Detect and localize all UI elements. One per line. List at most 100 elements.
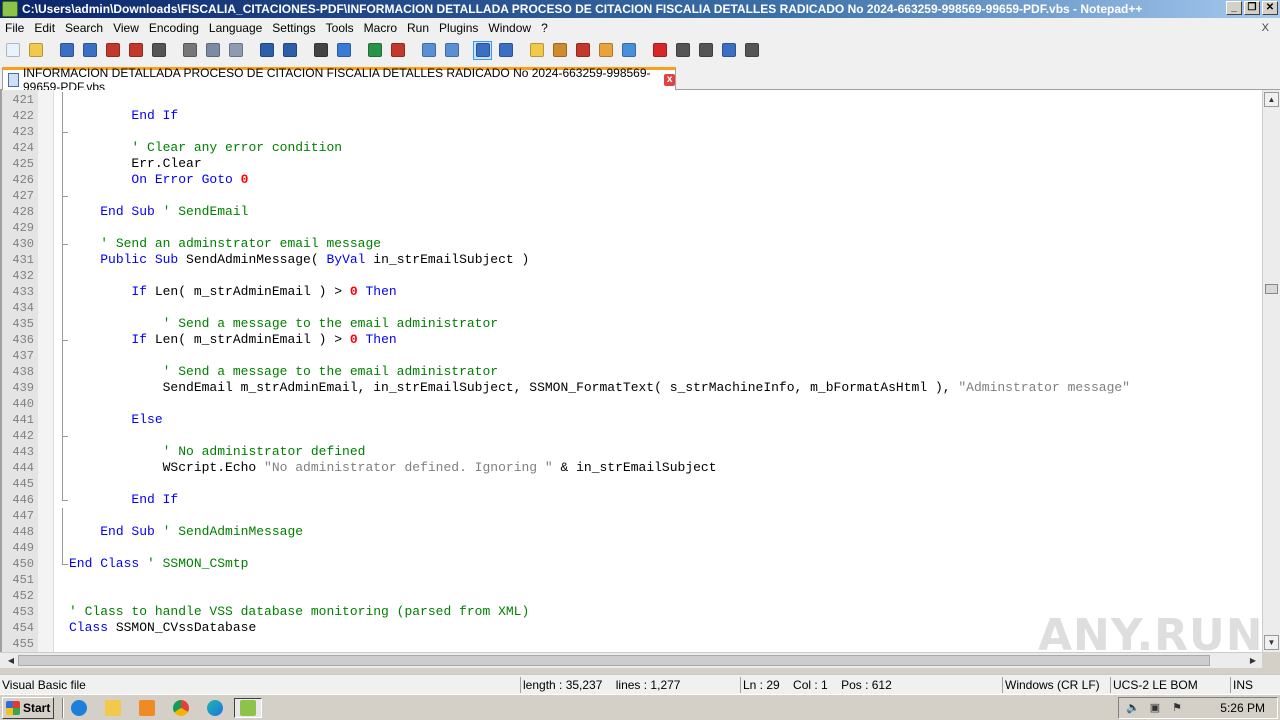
internet-explorer-icon[interactable] bbox=[68, 698, 90, 718]
code-line[interactable]: 452 bbox=[2, 588, 1262, 604]
tab-document[interactable]: INFORMACION DETALLADA PROCESO DE CITACIO… bbox=[2, 66, 676, 94]
close-all-icon[interactable] bbox=[126, 41, 145, 60]
fold-marker[interactable] bbox=[62, 220, 70, 236]
menu-item-search[interactable]: Search bbox=[60, 21, 108, 35]
code-line[interactable]: 430 ' Send an adminstrator email message bbox=[2, 236, 1262, 252]
fold-marker[interactable] bbox=[62, 300, 70, 316]
find-icon[interactable] bbox=[311, 41, 330, 60]
print-icon[interactable] bbox=[149, 41, 168, 60]
volume-icon[interactable]: 🔈 bbox=[1125, 701, 1141, 715]
restore-button[interactable]: ❐ bbox=[1244, 1, 1260, 15]
code-line[interactable]: 423 bbox=[2, 124, 1262, 140]
code-line[interactable]: 433 If Len( m_strAdminEmail ) > 0 Then bbox=[2, 284, 1262, 300]
vertical-scroll-thumb[interactable] bbox=[1265, 284, 1278, 294]
close-button[interactable]: ✕ bbox=[1262, 1, 1278, 15]
copy-icon[interactable] bbox=[203, 41, 222, 60]
menu-item-macro[interactable]: Macro bbox=[359, 21, 402, 35]
code-line[interactable]: 441 Else bbox=[2, 412, 1262, 428]
code-line[interactable]: 450 End Class ' SSMON_CSmtp bbox=[2, 556, 1262, 572]
code-line[interactable]: 448 End Sub ' SendAdminMessage bbox=[2, 524, 1262, 540]
fold-marker[interactable] bbox=[62, 556, 68, 565]
save-macro-icon[interactable] bbox=[742, 41, 761, 60]
folder-as-workspace-icon[interactable] bbox=[596, 41, 615, 60]
sync-horizontal-icon[interactable] bbox=[442, 41, 461, 60]
code-line[interactable]: 434 bbox=[2, 300, 1262, 316]
code-line[interactable]: 425 Err.Clear bbox=[2, 156, 1262, 172]
play-macro-icon[interactable] bbox=[696, 41, 715, 60]
word-wrap-icon[interactable] bbox=[473, 40, 492, 60]
fold-marker[interactable] bbox=[62, 268, 70, 284]
minimize-button[interactable]: _ bbox=[1226, 1, 1242, 15]
menu-item-encoding[interactable]: Encoding bbox=[144, 21, 204, 35]
title-bar[interactable]: C:\Users\admin\Downloads\FISCALIA_CITACI… bbox=[0, 0, 1280, 18]
menu-item-window[interactable]: Window bbox=[483, 21, 536, 35]
fold-marker[interactable] bbox=[62, 428, 70, 444]
start-button[interactable]: Start bbox=[2, 697, 54, 719]
code-line[interactable]: 436 If Len( m_strAdminEmail ) > 0 Then bbox=[2, 332, 1262, 348]
flag-icon[interactable]: ⚑ bbox=[1169, 701, 1185, 715]
code-line[interactable]: 447 bbox=[2, 508, 1262, 524]
scroll-left-icon[interactable]: ◀ bbox=[4, 654, 18, 667]
menu-item-tools[interactable]: Tools bbox=[321, 21, 359, 35]
code-line[interactable]: 444 WScript.Echo "No administrator defin… bbox=[2, 460, 1262, 476]
status-encoding[interactable]: UCS-2 LE BOM bbox=[1110, 677, 1230, 693]
code-line[interactable]: 421 bbox=[2, 92, 1262, 108]
code-line[interactable]: 432 bbox=[2, 268, 1262, 284]
menu-item-plugins[interactable]: Plugins bbox=[434, 21, 483, 35]
menu-item-view[interactable]: View bbox=[108, 21, 144, 35]
menu-item-run[interactable]: Run bbox=[402, 21, 434, 35]
fold-marker[interactable] bbox=[62, 540, 70, 556]
fold-marker[interactable] bbox=[62, 396, 70, 412]
zoom-out-icon[interactable] bbox=[388, 41, 407, 60]
media-player-icon[interactable] bbox=[136, 698, 158, 718]
vertical-scrollbar[interactable]: ▲ ▼ bbox=[1262, 90, 1280, 652]
fold-marker[interactable] bbox=[62, 492, 68, 501]
save-icon[interactable] bbox=[57, 41, 76, 60]
code-editor[interactable]: 421 422 End If 423 424 ' Clear any error co… bbox=[0, 90, 1262, 652]
indent-guide-icon[interactable] bbox=[527, 41, 546, 60]
tab-close-icon[interactable]: x bbox=[664, 74, 676, 86]
function-list-icon[interactable] bbox=[573, 41, 592, 60]
scroll-down-icon[interactable]: ▼ bbox=[1264, 635, 1279, 650]
fold-marker[interactable] bbox=[62, 92, 70, 108]
replace-icon[interactable] bbox=[334, 41, 353, 60]
doc-map-icon[interactable] bbox=[550, 41, 569, 60]
fold-marker[interactable] bbox=[62, 348, 70, 364]
save-all-icon[interactable] bbox=[80, 41, 99, 60]
code-line[interactable]: 427 bbox=[2, 188, 1262, 204]
open-file-icon[interactable] bbox=[26, 41, 45, 60]
sync-vertical-icon[interactable] bbox=[419, 41, 438, 60]
notepadpp-icon[interactable] bbox=[2, 1, 18, 17]
zoom-in-icon[interactable] bbox=[365, 41, 384, 60]
stop-record-icon[interactable] bbox=[673, 41, 692, 60]
code-line[interactable]: 422 End If bbox=[2, 108, 1262, 124]
status-eol[interactable]: Windows (CR LF) bbox=[1002, 677, 1110, 693]
fold-marker[interactable] bbox=[62, 476, 70, 492]
monitoring-icon[interactable] bbox=[619, 41, 638, 60]
code-line[interactable]: 426 On Error Goto 0 bbox=[2, 172, 1262, 188]
file-explorer-icon[interactable] bbox=[102, 698, 124, 718]
clock[interactable]: 5:26 PM bbox=[1220, 701, 1265, 715]
code-line[interactable]: 445 bbox=[2, 476, 1262, 492]
menu-item-language[interactable]: Language bbox=[204, 21, 267, 35]
code-line[interactable]: 446 End If bbox=[2, 492, 1262, 508]
code-line[interactable]: 435 ' Send a message to the email admini… bbox=[2, 316, 1262, 332]
code-line[interactable]: 437 bbox=[2, 348, 1262, 364]
close-document-icon[interactable]: X bbox=[1257, 22, 1274, 34]
code-line[interactable]: 424 ' Clear any error condition bbox=[2, 140, 1262, 156]
fold-marker[interactable] bbox=[62, 124, 70, 140]
code-line[interactable]: 449 bbox=[2, 540, 1262, 556]
code-line[interactable]: 442 bbox=[2, 428, 1262, 444]
cut-icon[interactable] bbox=[180, 41, 199, 60]
code-line[interactable]: 439 SendEmail m_strAdminEmail, in_strEma… bbox=[2, 380, 1262, 396]
run-macro-multiple-icon[interactable] bbox=[719, 41, 738, 60]
scroll-up-icon[interactable]: ▲ bbox=[1264, 92, 1279, 107]
redo-icon[interactable] bbox=[280, 41, 299, 60]
new-file-icon[interactable] bbox=[3, 41, 22, 60]
fold-marker[interactable] bbox=[62, 188, 70, 204]
code-line[interactable]: 440 bbox=[2, 396, 1262, 412]
code-line[interactable]: 443 ' No administrator defined bbox=[2, 444, 1262, 460]
menu-item-file[interactable]: File bbox=[0, 21, 29, 35]
code-line[interactable]: 429 bbox=[2, 220, 1262, 236]
undo-icon[interactable] bbox=[257, 41, 276, 60]
